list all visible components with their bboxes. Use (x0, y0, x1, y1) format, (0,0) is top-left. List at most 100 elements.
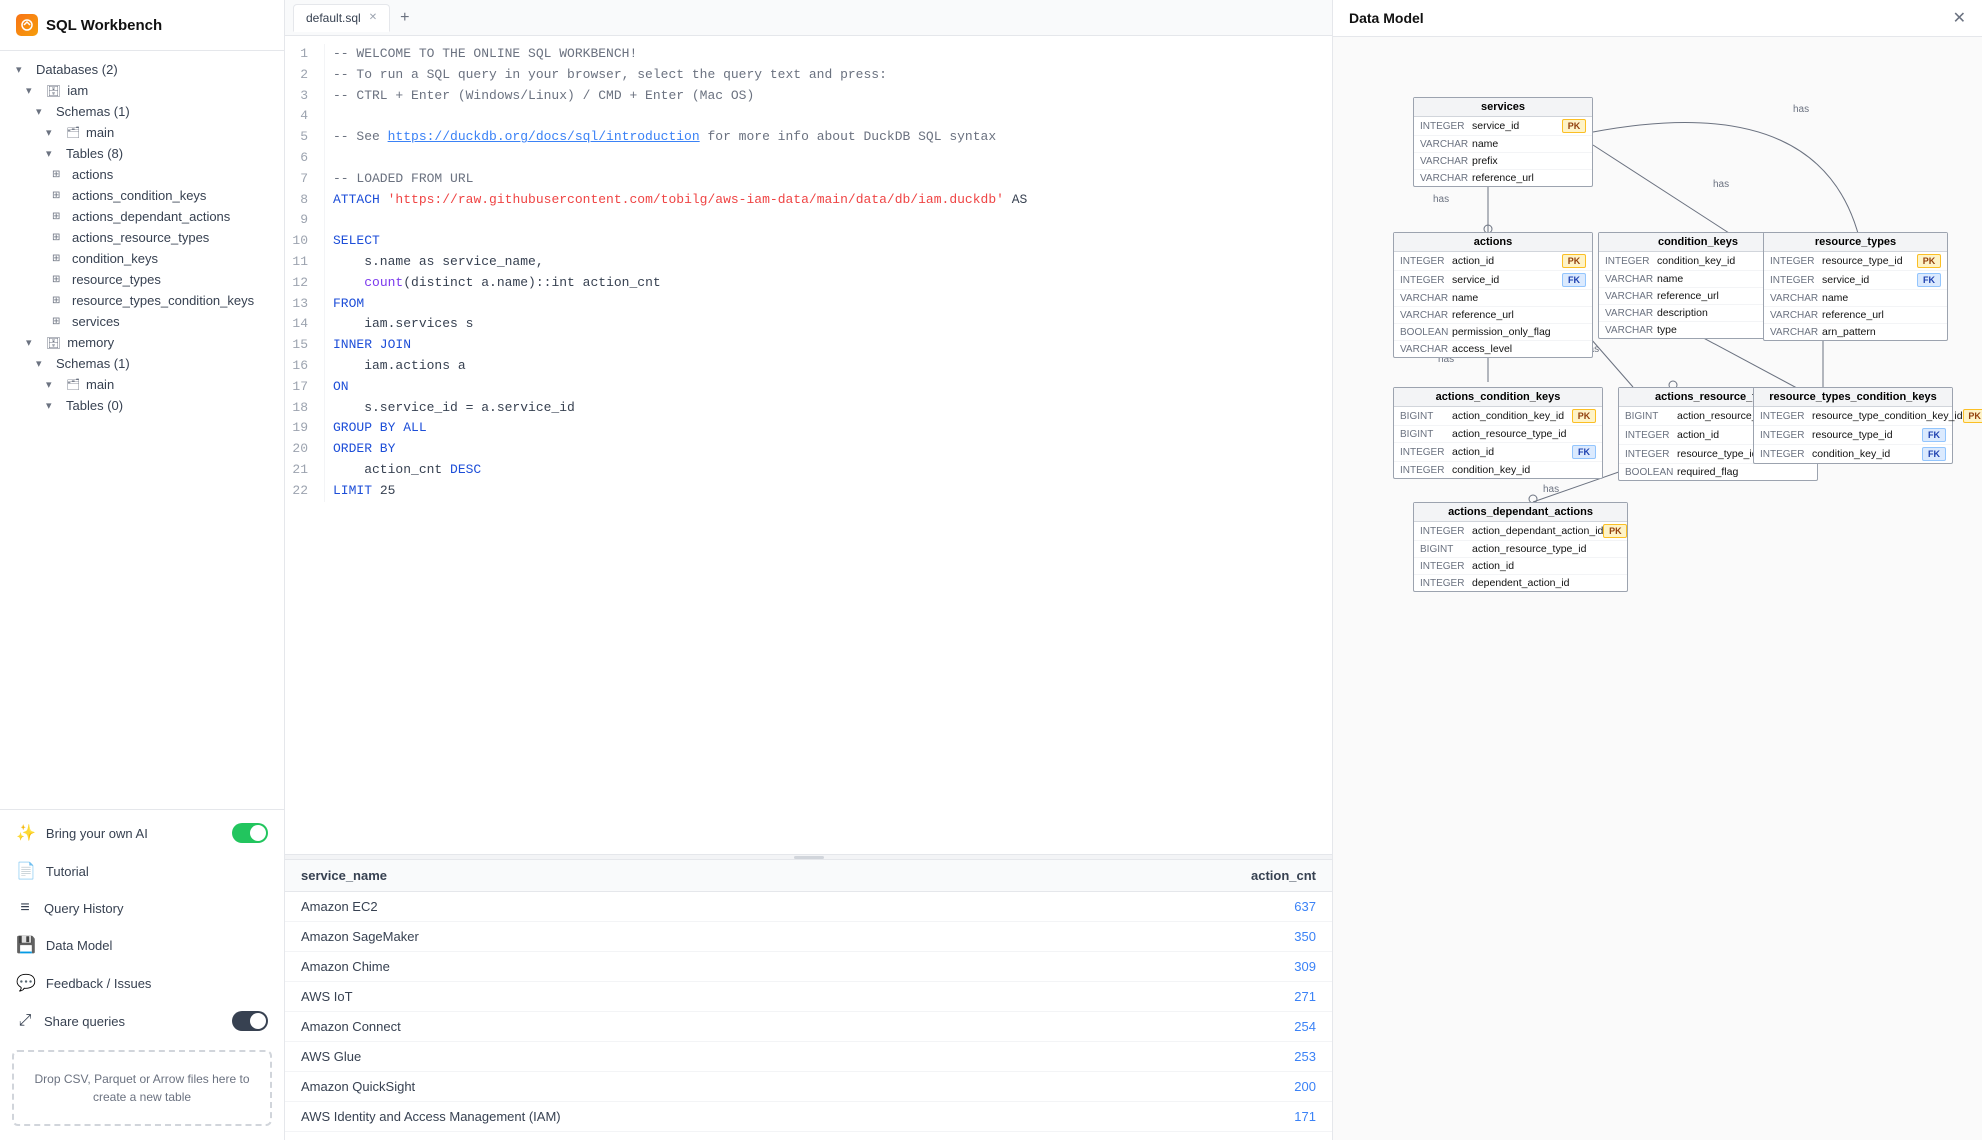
cell-action-cnt: 350 (1071, 922, 1332, 952)
nav-data-model-label: Data Model (46, 938, 112, 953)
table-icon: ⊞ (52, 211, 66, 222)
table-row: AWS Identity and Access Management (IAM)… (285, 1102, 1332, 1132)
er-resource-types-title: resource_types (1764, 233, 1947, 252)
schema-expand-icon: ▾ (36, 105, 50, 118)
er-actions-row-1: INTEGERaction_idPK (1394, 252, 1592, 271)
col-action-cnt[interactable]: action_cnt (1071, 860, 1332, 892)
cell-service-name: AWS IoT (285, 982, 1071, 1012)
er-ada-title: actions_dependant_actions (1414, 503, 1627, 522)
share-toggle-knob (250, 1013, 266, 1029)
er-rtck-row-2: INTEGERresource_type_idFK (1754, 426, 1952, 445)
nav-query-history[interactable]: ≡ Query History (0, 890, 284, 926)
app-logo: SQL Workbench (0, 0, 284, 51)
cell-service-name: Amazon RDS (285, 1132, 1071, 1140)
db-memory[interactable]: ▾ 🗄 memory (0, 332, 284, 353)
col-service-name[interactable]: service_name (285, 860, 1071, 892)
nav-tutorial[interactable]: 📄 Tutorial (0, 852, 284, 890)
er-rt-row-5: VARCHARarn_pattern (1764, 324, 1947, 340)
svg-text:has: has (1543, 484, 1559, 495)
table-row: Amazon SageMaker 350 (285, 922, 1332, 952)
database-tree: ▾ Databases (2) ▾ 🗄 iam ▾ Schemas (1) ▾ … (0, 51, 284, 809)
er-actions-row-3: VARCHARname (1394, 290, 1592, 307)
er-table-resource-types: resource_types INTEGERresource_type_idPK… (1763, 232, 1948, 341)
cell-service-name: Amazon Connect (285, 1012, 1071, 1042)
er-ack-row-1: BIGINTaction_condition_key_idPK (1394, 407, 1602, 426)
nav-share[interactable]: ⤢ Share queries (0, 1002, 284, 1040)
sidebar: SQL Workbench ▾ Databases (2) ▾ 🗄 iam ▾ … (0, 0, 285, 1140)
er-rtck-row-1: INTEGERresource_type_condition_key_idPK (1754, 407, 1952, 426)
er-actions-row-2: INTEGERservice_idFK (1394, 271, 1592, 290)
table-icon: ⊞ (52, 232, 66, 243)
nav-feedback[interactable]: 💬 Feedback / Issues (0, 964, 284, 1002)
tab-default-sql[interactable]: default.sql ✕ (293, 4, 390, 32)
nav-share-label: Share queries (44, 1014, 125, 1029)
er-services-row-4: VARCHARreference_url (1414, 170, 1592, 186)
tables-header-memory[interactable]: ▾ Tables (0) (0, 395, 284, 416)
er-rtck-row-3: INTEGERcondition_key_idFK (1754, 445, 1952, 463)
er-table-resource-types-condition-keys: resource_types_condition_keys INTEGERres… (1753, 387, 1953, 464)
table-services[interactable]: ⊞ services (0, 311, 284, 332)
databases-header[interactable]: ▾ Databases (2) (0, 59, 284, 80)
cell-action-cnt: 167 (1071, 1132, 1332, 1140)
tab-add-button[interactable]: + (392, 5, 417, 31)
schema-main-memory[interactable]: ▾ 🗂 main (0, 374, 284, 395)
er-art-row-4: BOOLEANrequired_flag (1619, 464, 1817, 480)
table-icon: ⊞ (52, 169, 66, 180)
panel-header: Data Model ✕ (1333, 0, 1982, 37)
table-actions-condition-keys[interactable]: ⊞ actions_condition_keys (0, 185, 284, 206)
line-numbers: 12345 678910 1112131415 1617181920 2122 (285, 44, 325, 502)
nav-bring-your-own[interactable]: ✨ Bring your own AI (0, 814, 284, 852)
panel-close-button[interactable]: ✕ (1953, 8, 1966, 28)
bring-your-own-toggle[interactable] (232, 823, 268, 843)
er-ada-row-3: INTEGERaction_id (1414, 558, 1627, 575)
db-memory-label: memory (67, 335, 114, 350)
tutorial-icon: 📄 (16, 861, 36, 881)
tab-label: default.sql (306, 11, 361, 25)
cell-service-name: Amazon Chime (285, 952, 1071, 982)
table-condition-keys[interactable]: ⊞ condition_keys (0, 248, 284, 269)
er-table-actions-dependant-actions: actions_dependant_actions INTEGERaction_… (1413, 502, 1628, 592)
er-table-actions: actions INTEGERaction_idPK INTEGERservic… (1393, 232, 1593, 358)
tables-header-iam[interactable]: ▾ Tables (8) (0, 143, 284, 164)
editor-area[interactable]: 12345 678910 1112131415 1617181920 2122 … (285, 36, 1332, 854)
schema-icon2: 🗂 (66, 378, 80, 391)
er-actions-row-6: VARCHARaccess_level (1394, 341, 1592, 357)
results-area[interactable]: service_name action_cnt Amazon EC2 637 A… (285, 860, 1332, 1140)
schemas-memory[interactable]: ▾ Schemas (1) (0, 353, 284, 374)
logo-icon (16, 14, 38, 36)
schema-main[interactable]: ▾ 🗂 main (0, 122, 284, 143)
share-toggle[interactable] (232, 1011, 268, 1031)
er-actions-row-4: VARCHARreference_url (1394, 307, 1592, 324)
table-row: Amazon Chime 309 (285, 952, 1332, 982)
tab-close-button[interactable]: ✕ (369, 12, 377, 23)
table-resource-types-condition-keys[interactable]: ⊞ resource_types_condition_keys (0, 290, 284, 311)
data-model-title: Data Model (1349, 10, 1424, 26)
er-ack-row-2: BIGINTaction_resource_type_id (1394, 426, 1602, 443)
table-actions-dependant-actions[interactable]: ⊞ actions_dependant_actions (0, 206, 284, 227)
er-rt-row-1: INTEGERresource_type_idPK (1764, 252, 1947, 271)
er-rt-row-3: VARCHARname (1764, 290, 1947, 307)
cell-action-cnt: 253 (1071, 1042, 1332, 1072)
er-services-row-3: VARCHARprefix (1414, 153, 1592, 170)
folder-icon2: ▾ (46, 378, 60, 391)
table-actions[interactable]: ⊞ actions (0, 164, 284, 185)
cell-service-name: Amazon SageMaker (285, 922, 1071, 952)
nav-data-model[interactable]: 💾 Data Model (0, 926, 284, 964)
main-panel: default.sql ✕ + 12345 678910 1112131415 … (285, 0, 1332, 1140)
table-actions-resource-types[interactable]: ⊞ actions_resource_types (0, 227, 284, 248)
er-services-title: services (1414, 98, 1592, 117)
data-model-canvas[interactable]: has has has has has has (1333, 37, 1982, 1140)
share-icon: ⤢ (16, 1012, 34, 1030)
table-icon: ⊞ (52, 190, 66, 201)
er-services-row-2: VARCHARname (1414, 136, 1592, 153)
table-row: Amazon RDS 167 (285, 1132, 1332, 1140)
er-ada-row-2: BIGINTaction_resource_type_id (1414, 541, 1627, 558)
table-resource-types[interactable]: ⊞ resource_types (0, 269, 284, 290)
drop-zone[interactable]: Drop CSV, Parquet or Arrow files here to… (12, 1050, 272, 1126)
schemas-iam[interactable]: ▾ Schemas (1) (0, 101, 284, 122)
table-row: Amazon Connect 254 (285, 1012, 1332, 1042)
db-iam[interactable]: ▾ 🗄 iam (0, 80, 284, 101)
er-actions-row-5: BOOLEANpermission_only_flag (1394, 324, 1592, 341)
er-rt-row-4: VARCHARreference_url (1764, 307, 1947, 324)
cell-service-name: AWS Glue (285, 1042, 1071, 1072)
